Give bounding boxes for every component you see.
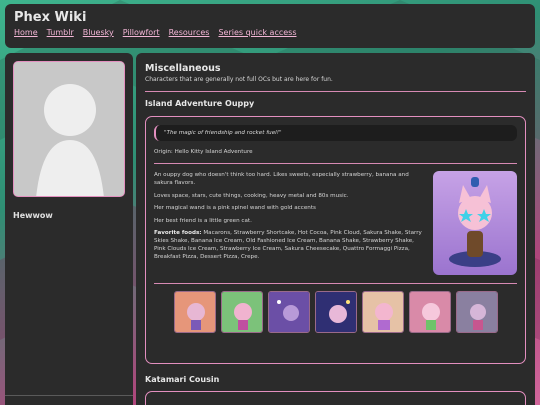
section-subtitle: Characters that are generally not full O… bbox=[145, 76, 333, 83]
character-title: Island Adventure Ouppy bbox=[145, 99, 255, 108]
gallery-thumbnail[interactable] bbox=[455, 291, 498, 333]
gallery-thumbnail[interactable] bbox=[173, 291, 216, 333]
nav-bar: Home Tumblr Bluesky Pillowfort Resources… bbox=[14, 28, 526, 37]
divider bbox=[154, 163, 517, 164]
nav-link-bluesky[interactable]: Bluesky bbox=[83, 28, 114, 37]
divider bbox=[5, 395, 133, 396]
nav-link-tumblr[interactable]: Tumblr bbox=[47, 28, 74, 37]
divider bbox=[145, 91, 526, 92]
favorite-foods-label: Favorite foods: bbox=[154, 230, 202, 236]
nav-link-pillowfort[interactable]: Pillowfort bbox=[123, 28, 160, 37]
character-description: An ouppy dog who doesn't think too hard.… bbox=[154, 171, 425, 275]
sidebar-username: Hewwow bbox=[13, 211, 53, 220]
sidebar: Hewwow bbox=[5, 53, 133, 405]
site-title: Phex Wiki bbox=[14, 10, 87, 25]
default-avatar-icon bbox=[14, 62, 124, 196]
character-card: "The magic of friendship and rocket fuel… bbox=[145, 116, 526, 364]
next-character-title: Katamari Cousin bbox=[145, 375, 220, 384]
character-description-row: An ouppy dog who doesn't think too hard.… bbox=[154, 171, 517, 275]
character-origin: Origin: Hello Kitty Island Adventure bbox=[154, 149, 253, 155]
avatar bbox=[13, 61, 125, 197]
nav-link-home[interactable]: Home bbox=[14, 28, 38, 37]
gallery-thumbnail[interactable] bbox=[267, 291, 310, 333]
gallery-thumbnail[interactable] bbox=[361, 291, 404, 333]
site-header: Phex Wiki Home Tumblr Bluesky Pillowfort… bbox=[5, 4, 535, 48]
description-paragraph: Loves space, stars, cute things, cooking… bbox=[154, 192, 349, 199]
divider bbox=[154, 283, 517, 284]
nav-link-series-quick-access[interactable]: Series quick access bbox=[218, 28, 296, 37]
nav-link-resources[interactable]: Resources bbox=[169, 28, 210, 37]
favorite-foods: Favorite foods: Macarons, Strawberry Sho… bbox=[154, 229, 425, 261]
next-character-card bbox=[145, 391, 526, 405]
character-quote: "The magic of friendship and rocket fuel… bbox=[154, 125, 517, 141]
description-paragraph: Her magical wand is a pink spinel wand w… bbox=[154, 205, 316, 211]
gallery-thumbnail[interactable] bbox=[408, 291, 451, 333]
gallery-thumbnail[interactable] bbox=[314, 291, 357, 333]
character-portrait-image[interactable] bbox=[433, 171, 517, 275]
section-title: Miscellaneous bbox=[145, 63, 221, 74]
description-paragraph: Her best friend is a little green cat. bbox=[154, 217, 252, 224]
main-content: Miscellaneous Characters that are genera… bbox=[136, 53, 535, 405]
description-paragraph: An ouppy dog who doesn't think too hard.… bbox=[154, 172, 409, 186]
image-gallery bbox=[154, 291, 517, 333]
gallery-thumbnail[interactable] bbox=[220, 291, 263, 333]
